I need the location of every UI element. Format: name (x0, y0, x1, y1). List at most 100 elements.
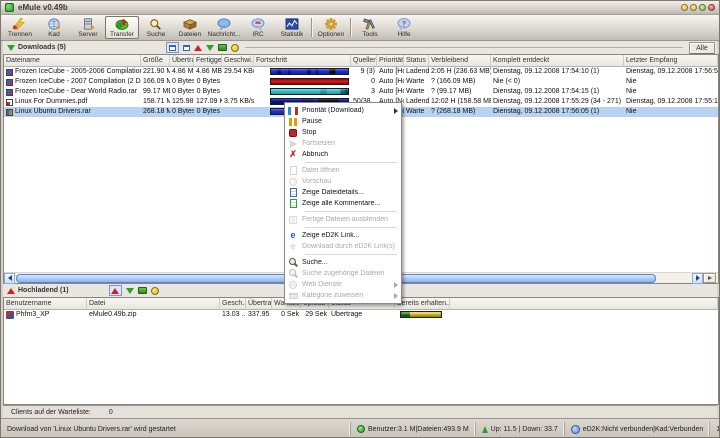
upload-arrow-icon[interactable] (194, 45, 202, 51)
toolbar-button-options[interactable]: Optionen (314, 16, 348, 39)
column-header-received[interactable]: Bereits erhalten... (395, 298, 450, 310)
status-rates-section: Up: 11.5 | Down: 33.7 (475, 422, 564, 436)
column-header-filename[interactable]: Dateiname (4, 55, 141, 67)
column-header-username[interactable]: Benutzername (4, 298, 87, 310)
category-icon (289, 293, 298, 299)
menu-item-stop[interactable]: Stop (285, 127, 401, 138)
menu-item-file-details[interactable]: Zeige Dateidetails... (285, 187, 401, 198)
category-tab-all[interactable]: Alle (689, 42, 715, 54)
menu-item-assign-category: Kategorie zuweisen (285, 290, 401, 301)
menu-item-search[interactable]: Suche... (285, 257, 401, 268)
credits-icon[interactable] (138, 287, 147, 294)
menu-item-cancel[interactable]: Abbruch (285, 149, 401, 160)
split-window-button[interactable] (166, 42, 179, 53)
toolbar-button-server[interactable]: Server (71, 16, 105, 39)
client-icon (6, 311, 14, 319)
status-users: Benutzer:3.1 M|Dateien:493.9 M (368, 426, 469, 433)
tools-hammer-icon (361, 18, 379, 31)
downloads-icon (7, 45, 15, 51)
coin-icon[interactable] (231, 44, 239, 52)
disconnect-icon (11, 18, 29, 31)
emule-bird-icon (357, 425, 365, 433)
menu-item-pause[interactable]: Pause (285, 116, 401, 127)
status-connection: eD2K:Nicht verbunden|Kad:Verbunden (583, 426, 704, 433)
archive-file-icon (6, 109, 13, 116)
column-header-status[interactable]: Status (404, 55, 429, 67)
column-header-remaining[interactable]: Verbleibend (429, 55, 491, 67)
up-arrow-icon (482, 426, 488, 433)
toolbar-button-messages[interactable]: Nachricht... (207, 16, 241, 39)
column-header-file[interactable]: Datei (87, 298, 220, 310)
toolbar-button-kad[interactable]: Kad (37, 16, 71, 39)
context-menu: Priorität (Download) Pause Stop Fortsetz… (284, 102, 402, 304)
credits-icon[interactable] (218, 44, 227, 51)
menu-separator (305, 227, 397, 228)
download-row[interactable]: Frozen IceCube - 2007 Compilation (2 Dis… (4, 77, 718, 87)
messages-icon (215, 18, 233, 31)
column-header-last-received[interactable]: Letzter Empfang (624, 55, 718, 67)
toolbar-button-disconnect[interactable]: Trennen (3, 16, 37, 39)
window-arrow-icon[interactable] (183, 45, 190, 51)
menu-item-priority[interactable]: Priorität (Download) (285, 105, 401, 116)
more-arrow-icon (708, 276, 712, 280)
column-more-button[interactable] (703, 273, 716, 283)
priority-icon (288, 107, 298, 115)
emule-window: eMule v0.49b Trennen Kad Server (0, 0, 720, 438)
downloads-header-row: Dateiname Größe Übertra... Fertigge... G… (4, 55, 718, 67)
download-row[interactable]: Frozen IceCube - 2005-2006 Compilation (… (4, 67, 718, 77)
column-header-priority[interactable]: Priorität (377, 55, 404, 67)
divider (245, 47, 683, 48)
maximize-button[interactable] (690, 4, 697, 11)
progress-bar (270, 68, 349, 75)
column-header-speed[interactable]: Gesch... (220, 298, 246, 310)
column-header-transferred[interactable]: Übertra... (170, 55, 194, 67)
toolbar-button-statistics[interactable]: Statistik (275, 16, 309, 39)
column-header-speed[interactable]: Geschwi... (222, 55, 254, 67)
app-icon (5, 3, 14, 12)
server-icon (79, 18, 97, 31)
uploads-title: Hochladend (1) (18, 287, 69, 294)
tray-button[interactable] (699, 4, 706, 11)
preview-icon (289, 178, 297, 186)
status-extra: 13.9 | 8ms | 40% (716, 426, 720, 433)
column-header-size[interactable]: Größe (141, 55, 170, 67)
column-header-completed[interactable]: Fertigge... (194, 55, 222, 67)
pdf-file-icon (6, 99, 13, 106)
download-row[interactable]: Frozen IceCube - Dear World Radio.rar 99… (4, 87, 718, 97)
upload-view-button[interactable] (109, 285, 122, 296)
minimize-button[interactable] (681, 4, 688, 11)
menu-item-ed2k-link[interactable]: Zeige eD2K Link... (285, 230, 401, 241)
submenu-arrow-icon (394, 282, 398, 288)
toolbar-button-transfer[interactable]: Transfer (105, 16, 139, 39)
upload-arrow-icon (111, 288, 119, 294)
toolbar-button-help[interactable]: ? Hilfe (387, 16, 421, 39)
upload-row[interactable]: Phfm3_XP eMule0.49b.zip 13.03 ... 337.95… (4, 310, 718, 320)
scroll-right-button[interactable] (692, 273, 703, 284)
received-progress-bar (400, 311, 442, 318)
download-arrow-icon[interactable] (206, 45, 214, 51)
column-header-filler (450, 298, 718, 310)
downloads-title: Downloads (5) (18, 44, 66, 51)
toolbar-button-irc[interactable]: IRC (241, 16, 275, 39)
progress-bar (270, 78, 349, 85)
scroll-left-button[interactable] (4, 273, 15, 284)
stop-icon (289, 129, 297, 137)
toolbar-button-search[interactable]: Suche (139, 16, 173, 39)
coin-icon[interactable] (151, 287, 159, 295)
close-button[interactable] (708, 4, 715, 11)
menu-separator (305, 211, 397, 212)
download-arrow-icon[interactable] (126, 288, 134, 294)
column-header-transferred[interactable]: Übertra... (246, 298, 272, 310)
status-bar: Download von 'Linux Ubuntu Drivers.rar' … (1, 418, 719, 438)
column-header-sources[interactable]: Quellen (351, 55, 377, 67)
column-header-discovered[interactable]: Komplett entdeckt (491, 55, 624, 67)
submenu-arrow-icon (394, 108, 398, 114)
irc-icon (249, 18, 267, 31)
toolbar-separator (311, 18, 312, 37)
cancel-icon (288, 150, 298, 159)
toolbar-button-tools[interactable]: Tools (353, 16, 387, 39)
column-header-progress[interactable]: Fortschritt (254, 55, 351, 67)
globe-icon (571, 425, 580, 434)
toolbar-button-files[interactable]: Dateien (173, 16, 207, 39)
menu-item-comments[interactable]: Zeige alle Kommentare... (285, 198, 401, 209)
